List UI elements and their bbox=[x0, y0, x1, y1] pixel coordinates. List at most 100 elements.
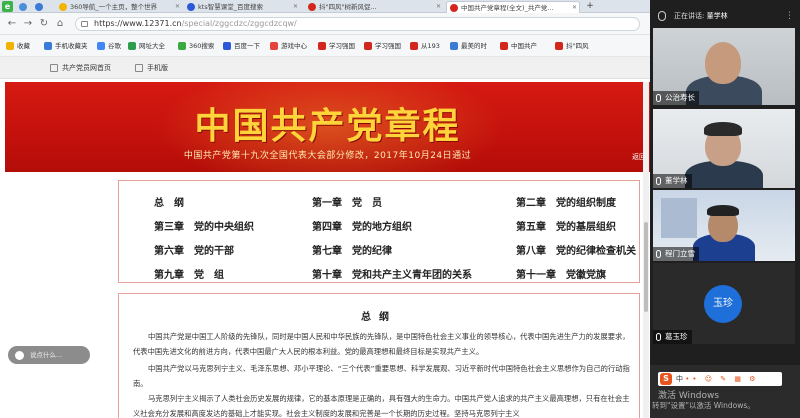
bookmark-item[interactable]: 抖"四风 bbox=[555, 40, 589, 52]
page-scrollbar[interactable] bbox=[643, 82, 649, 418]
bookmark-item[interactable]: 谷歌 bbox=[97, 40, 121, 52]
paragraph: 中国共产党以马克思列宁主义、毛泽东思想、邓小平理论、“三个代表”重要思想、科学发… bbox=[133, 364, 630, 388]
banner: 中国共产党章程 中国共产党第十九次全国代表大会部分修改，2017年10月24日通… bbox=[5, 82, 650, 172]
home-link-label: 共产党员网首页 bbox=[62, 64, 111, 72]
tab-label: kts智慧课堂_百度搜索 bbox=[198, 3, 263, 11]
speaker-name: 董学林 bbox=[706, 12, 728, 20]
scrollbar-thumb[interactable] bbox=[644, 222, 648, 312]
microphone-icon bbox=[658, 11, 666, 21]
toc-link[interactable]: 第一章 党 员 bbox=[312, 194, 382, 209]
bookmark-item[interactable]: 网址大全 bbox=[128, 40, 165, 52]
bookmarks-bar: 收藏 手机收藏夹 谷歌 网址大全 360搜索 百度一下 游戏中心 学习强国 学习… bbox=[0, 35, 650, 57]
toc-link[interactable]: 第三章 党的中央组织 bbox=[154, 218, 254, 233]
page-icon bbox=[450, 42, 458, 50]
participant-name: 葛玉珍 bbox=[665, 332, 688, 341]
bookmark-item[interactable]: 学习强国 bbox=[318, 40, 355, 52]
bookmark-item[interactable]: 百度一下 bbox=[223, 40, 260, 52]
toc-link[interactable]: 第五章 党的基层组织 bbox=[516, 218, 616, 233]
web-directory-icon bbox=[128, 42, 136, 50]
toc-link[interactable]: 第八章 党的纪律检查机关 bbox=[516, 242, 636, 257]
ime-mode-label[interactable]: 中 bbox=[676, 375, 683, 383]
participant-video[interactable]: 董学林 bbox=[653, 109, 795, 188]
bookmark-label: 抖"四风 bbox=[566, 42, 589, 50]
close-icon[interactable]: ✕ bbox=[436, 1, 441, 13]
bookmark-item[interactable]: 中国共产 bbox=[500, 40, 537, 52]
url-input[interactable]: https://www.12371.cn/special/zggcdzc/zgg… bbox=[75, 17, 640, 31]
toc-link[interactable]: 第二章 党的组织制度 bbox=[516, 194, 616, 209]
participant-name: 董学林 bbox=[665, 176, 688, 185]
phone-icon bbox=[44, 42, 52, 50]
bookmark-label: 学习强国 bbox=[329, 42, 355, 50]
party-emblem-icon bbox=[555, 42, 563, 50]
chat-input-pill[interactable]: 说点什么... bbox=[8, 346, 90, 364]
toc-link[interactable]: 第七章 党的纪律 bbox=[312, 242, 392, 257]
toc-link[interactable]: 第九章 党 组 bbox=[154, 266, 224, 281]
xuexi-icon bbox=[364, 42, 372, 50]
system-tray-area: S 中 •• ☺ ✎ ▦ ⚙ 激活 Windows 转到"设置"以激活 Wind… bbox=[650, 365, 800, 418]
baidu-icon bbox=[223, 42, 231, 50]
new-tab-button[interactable]: + bbox=[583, 1, 597, 13]
toc-link[interactable]: 第十一章 党徽党旗 bbox=[516, 266, 606, 281]
toc-link[interactable]: 总 纲 bbox=[154, 194, 184, 209]
participant-hair bbox=[707, 205, 739, 216]
microphone-icon bbox=[656, 177, 661, 185]
bookmark-item[interactable]: 游戏中心 bbox=[270, 40, 307, 52]
bookmark-item[interactable]: 学习强国 bbox=[364, 40, 401, 52]
bookmark-item[interactable]: 最美的时 bbox=[450, 40, 487, 52]
chat-bubble-icon bbox=[15, 351, 24, 360]
close-icon[interactable]: ✕ bbox=[293, 1, 298, 13]
home-icon[interactable]: ⌂ bbox=[54, 18, 66, 30]
active-speaker-bar: 正在讲话: 董学林 ⋮ bbox=[650, 8, 800, 24]
microphone-icon bbox=[656, 250, 661, 258]
pinned-tab[interactable] bbox=[16, 1, 30, 13]
home-link[interactable]: 共产党员网首页 bbox=[50, 62, 111, 74]
sogou-ime-icon: S bbox=[660, 373, 672, 385]
page-subtitle: 中国共产党第十九次全国代表大会部分修改，2017年10月24日通过 bbox=[183, 151, 472, 161]
globe-icon bbox=[19, 3, 27, 11]
360-icon bbox=[59, 3, 67, 11]
back-arrow-icon[interactable]: ← bbox=[6, 18, 18, 30]
participant-label: 公治寿长 bbox=[653, 91, 699, 105]
toc-link[interactable]: 第十章 党和共产主义青年团的关系 bbox=[312, 266, 472, 281]
refresh-icon[interactable]: ↻ bbox=[38, 18, 50, 30]
browser-logo-icon[interactable]: e bbox=[2, 1, 13, 12]
participant-video[interactable]: 公治寿长 bbox=[653, 28, 795, 105]
xuexi-icon bbox=[318, 42, 326, 50]
tab-baidu-search[interactable]: kts智慧课堂_百度搜索 ✕ bbox=[184, 1, 300, 13]
bookmark-item[interactable]: 手机收藏夹 bbox=[44, 40, 88, 52]
toc-link[interactable]: 第四章 党的地方组织 bbox=[312, 218, 412, 233]
game-icon bbox=[270, 42, 278, 50]
participant-label: 董学林 bbox=[653, 174, 692, 188]
tab-party-constitution[interactable]: 中国共产党章程(全文)_共产党... ✕ bbox=[446, 1, 580, 13]
home-icon bbox=[50, 64, 58, 72]
toc-link[interactable]: 第六章 党的干部 bbox=[154, 242, 234, 257]
page-title: 中国共产党章程 bbox=[194, 105, 461, 147]
browser-window: e 360导航_一个主页，整个世界 ✕ kts智慧课堂_百度搜索 ✕ 抖"四风"… bbox=[0, 0, 650, 418]
close-icon[interactable]: ✕ bbox=[572, 2, 577, 13]
bookmark-label: 百度一下 bbox=[234, 42, 260, 50]
party-emblem-icon bbox=[410, 42, 418, 50]
url-path: /special/zggcdzc/zggcdzcqw/ bbox=[181, 19, 297, 28]
bookmark-item[interactable]: 从193 bbox=[410, 40, 440, 52]
microphone-icon bbox=[656, 333, 661, 341]
tab-four-styles[interactable]: 抖"四风"树新风促... ✕ bbox=[305, 1, 443, 13]
close-icon[interactable]: ✕ bbox=[175, 1, 180, 13]
participant-label: 葛玉珍 bbox=[653, 330, 692, 344]
speaker-prefix: 正在讲话: bbox=[674, 12, 705, 20]
bookmark-item[interactable]: 收藏 bbox=[6, 40, 30, 52]
participant-label: 程门立雪 bbox=[653, 247, 699, 261]
bookmark-label: 谷歌 bbox=[108, 42, 121, 50]
bookmark-label: 收藏 bbox=[17, 42, 30, 50]
ime-tool-icons[interactable]: •• ☺ ✎ ▦ ⚙ bbox=[685, 375, 758, 383]
forward-arrow-icon[interactable]: → bbox=[22, 18, 34, 30]
bookmark-item[interactable]: 360搜索 bbox=[178, 40, 214, 52]
participant-avatar-tile[interactable]: 玉珍 葛玉珍 bbox=[653, 263, 795, 344]
participant-hair bbox=[704, 122, 742, 136]
tab-label: 中国共产党章程(全文)_共产党... bbox=[461, 4, 554, 12]
tab-360-nav[interactable]: 360导航_一个主页，整个世界 ✕ bbox=[56, 1, 182, 13]
participant-video[interactable]: 程门立雪 bbox=[653, 190, 795, 261]
mobile-link[interactable]: 手机版 bbox=[135, 62, 168, 74]
ime-toolbar[interactable]: S 中 •• ☺ ✎ ▦ ⚙ bbox=[658, 372, 782, 386]
more-icon[interactable]: ⋮ bbox=[785, 8, 794, 24]
bookmark-label: 学习强国 bbox=[375, 42, 401, 50]
